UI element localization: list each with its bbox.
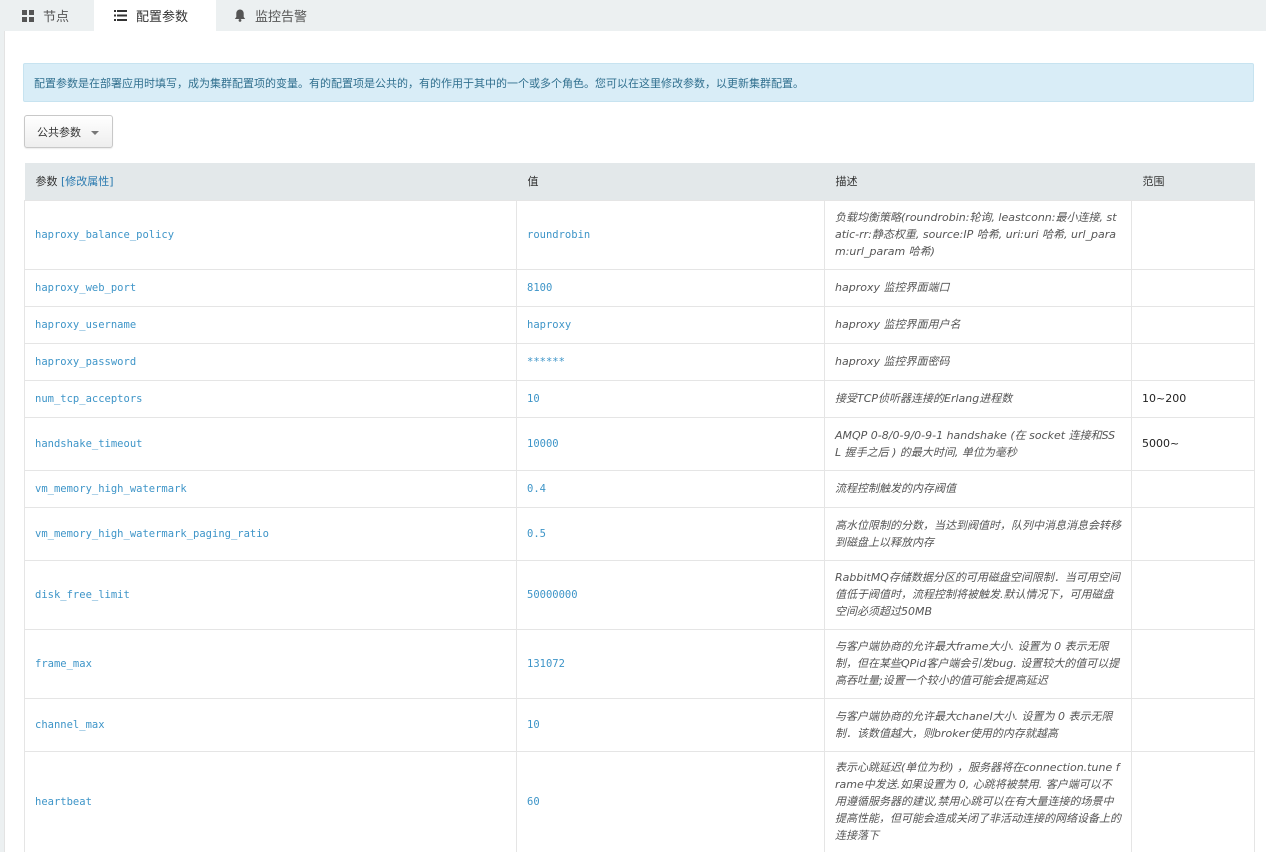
param-desc: AMQP 0-8/0-9/0-9-1 handshake (在 socket 连…: [824, 416, 1132, 471]
table-header: 参数 [修改属性] 值 描述 范围: [24, 163, 1255, 200]
tab-bar: 节点 配置参数 监控告警: [0, 0, 1266, 31]
param-desc: 流程控制触发的内存阀值: [824, 469, 1132, 508]
header-param: 参数 [修改属性]: [35, 175, 114, 189]
table-row: haproxy_web_port 8100 haproxy 监控界面端口: [24, 268, 1255, 307]
param-name[interactable]: disk_free_limit: [24, 559, 517, 630]
param-name[interactable]: haproxy_balance_policy: [24, 199, 517, 270]
param-value[interactable]: 10000: [516, 416, 825, 471]
param-value[interactable]: 131072: [516, 628, 825, 699]
param-name[interactable]: num_tcp_acceptors: [24, 379, 517, 418]
param-value[interactable]: 10: [516, 697, 825, 752]
header-desc: 描述: [835, 175, 858, 189]
param-value[interactable]: 10: [516, 379, 825, 418]
table-row: frame_max 131072 与客户端协商的允许最大frame大小. 设置为…: [24, 628, 1255, 699]
param-desc: haproxy 监控界面端口: [824, 268, 1132, 307]
config-panel: 配置参数是在部署应用时填写，成为集群配置项的变量。有的配置项是公共的，有的作用于…: [4, 31, 1266, 852]
bell-icon: [234, 9, 246, 22]
param-range: [1131, 506, 1255, 561]
param-desc: 与客户端协商的允许最大chanel大小. 设置为 0 表示无限制．该数值越大，则…: [824, 697, 1132, 752]
param-desc: 接受TCP侦听器连接的Erlang进程数: [824, 379, 1132, 418]
param-range: [1131, 342, 1255, 381]
param-desc: 负载均衡策略(roundrobin:轮询, leastconn:最小连接, st…: [824, 199, 1132, 270]
param-desc: 高水位限制的分数，当达到阀值时，队列中消息消息会转移到磁盘上以释放内存: [824, 506, 1132, 561]
param-desc: haproxy 监控界面用户名: [824, 305, 1132, 344]
params-table: 参数 [修改属性] 值 描述 范围 haproxy_balance_policy…: [24, 163, 1255, 852]
param-desc: 与客户端协商的允许最大frame大小. 设置为 0 表示无限制，但在某些QPid…: [824, 628, 1132, 699]
param-name[interactable]: channel_max: [24, 697, 517, 752]
param-name[interactable]: vm_memory_high_watermark_paging_ratio: [24, 506, 517, 561]
param-value[interactable]: 8100: [516, 268, 825, 307]
table-row: haproxy_balance_policy roundrobin 负载均衡策略…: [24, 199, 1255, 270]
table-row: vm_memory_high_watermark 0.4 流程控制触发的内存阀值: [24, 469, 1255, 508]
tab-monitor[interactable]: 监控告警: [222, 0, 332, 31]
table-row: haproxy_username haproxy haproxy 监控界面用户名: [24, 305, 1255, 344]
param-value[interactable]: haproxy: [516, 305, 825, 344]
table-row: num_tcp_acceptors 10 接受TCP侦听器连接的Erlang进程…: [24, 379, 1255, 418]
param-range: 10~200: [1131, 379, 1255, 418]
param-desc: RabbitMQ存储数据分区的可用磁盘空间限制．当可用空间值低于阀值时，流程控制…: [824, 559, 1132, 630]
tab-config-label: 配置参数: [136, 10, 189, 25]
param-value[interactable]: ******: [516, 342, 825, 381]
param-name[interactable]: frame_max: [24, 628, 517, 699]
tab-monitor-label: 监控告警: [255, 10, 308, 25]
param-name[interactable]: haproxy_username: [24, 305, 517, 344]
param-range: [1131, 199, 1255, 270]
param-name[interactable]: handshake_timeout: [24, 416, 517, 471]
param-range: [1131, 697, 1255, 752]
table-row: haproxy_password ****** haproxy 监控界面密码: [24, 342, 1255, 381]
info-alert: 配置参数是在部署应用时填写，成为集群配置项的变量。有的配置项是公共的，有的作用于…: [23, 63, 1254, 102]
param-range: [1131, 268, 1255, 307]
param-desc: 表示心跳延迟(单位为秒) ，服务器将在connection.tune frame…: [824, 750, 1132, 852]
param-name[interactable]: haproxy_web_port: [24, 268, 517, 307]
header-range: 范围: [1142, 175, 1165, 189]
table-row: heartbeat 60 表示心跳延迟(单位为秒) ，服务器将在connecti…: [24, 750, 1255, 852]
param-range: [1131, 469, 1255, 508]
param-value[interactable]: 0.4: [516, 469, 825, 508]
list-icon: [114, 10, 127, 21]
tab-nodes[interactable]: 节点: [10, 0, 94, 31]
param-value[interactable]: roundrobin: [516, 199, 825, 270]
edit-attributes-link[interactable]: [修改属性]: [61, 175, 114, 188]
param-range: [1131, 559, 1255, 630]
param-value[interactable]: 60: [516, 750, 825, 852]
param-range: 5000~: [1131, 416, 1255, 471]
table-row: channel_max 10 与客户端协商的允许最大chanel大小. 设置为 …: [24, 697, 1255, 752]
param-name[interactable]: haproxy_password: [24, 342, 517, 381]
param-desc: haproxy 监控界面密码: [824, 342, 1132, 381]
param-name[interactable]: vm_memory_high_watermark: [24, 469, 517, 508]
param-value[interactable]: 0.5: [516, 506, 825, 561]
table-row: vm_memory_high_watermark_paging_ratio 0.…: [24, 506, 1255, 561]
tab-config[interactable]: 配置参数: [94, 0, 216, 31]
grid-icon: [22, 9, 34, 22]
table-row: handshake_timeout 10000 AMQP 0-8/0-9/0-9…: [24, 416, 1255, 471]
param-value[interactable]: 50000000: [516, 559, 825, 630]
table-row: disk_free_limit 50000000 RabbitMQ存储数据分区的…: [24, 559, 1255, 630]
dropdown-selected-label: 公共参数: [37, 125, 81, 139]
param-scope-dropdown[interactable]: 公共参数: [24, 115, 113, 148]
param-range: [1131, 305, 1255, 344]
header-value: 值: [527, 175, 539, 189]
param-range: [1131, 628, 1255, 699]
tab-nodes-label: 节点: [43, 10, 70, 25]
param-range: [1131, 750, 1255, 852]
param-name[interactable]: heartbeat: [24, 750, 517, 852]
caret-down-icon: [91, 131, 99, 135]
